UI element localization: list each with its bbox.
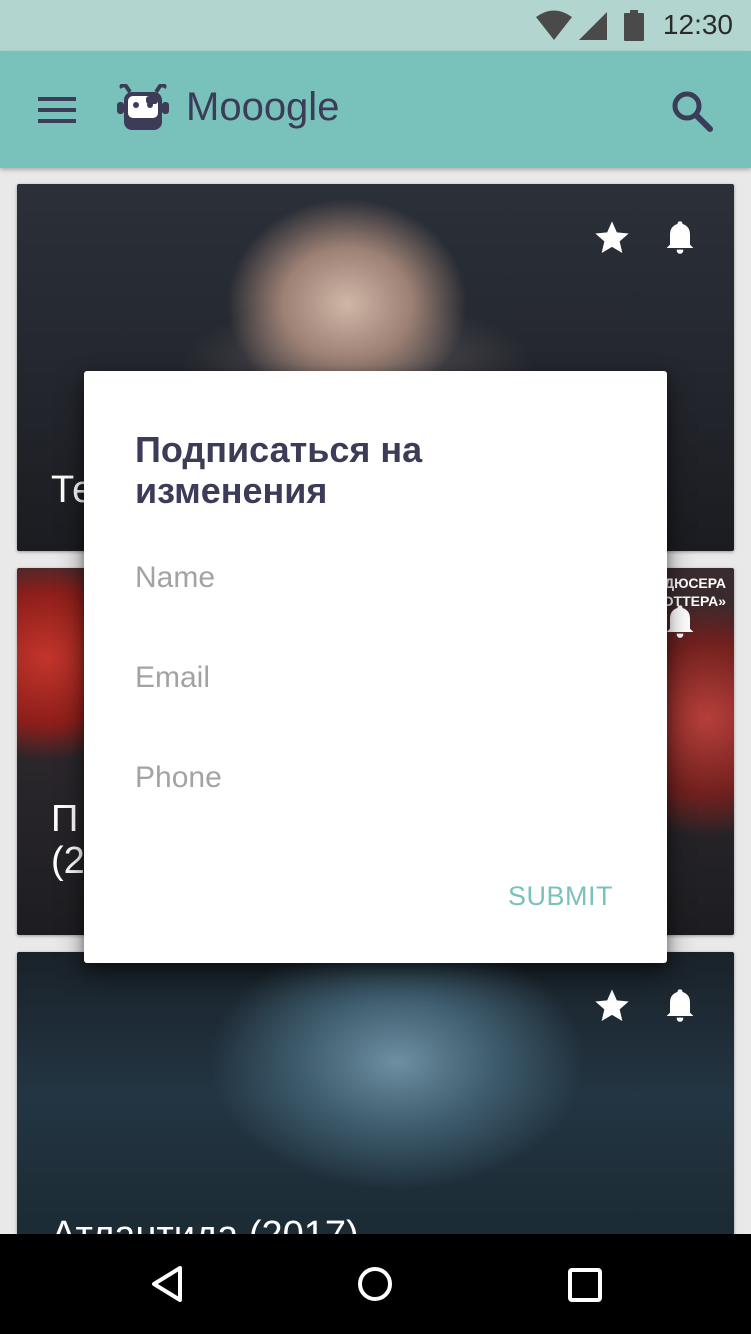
email-field[interactable]	[135, 653, 615, 703]
navigation-bar	[0, 1234, 751, 1334]
home-icon[interactable]	[357, 1266, 393, 1302]
status-bar: 12:30	[0, 0, 751, 51]
cow-logo-icon	[117, 84, 169, 130]
dialog-title: Подписаться на изменения	[135, 429, 423, 511]
back-icon[interactable]	[150, 1264, 184, 1304]
name-field[interactable]	[135, 553, 615, 603]
recents-icon[interactable]	[567, 1267, 603, 1303]
status-time: 12:30	[662, 9, 733, 40]
phone-field[interactable]	[135, 753, 615, 803]
wifi-icon	[536, 10, 572, 40]
menu-icon[interactable]	[36, 95, 80, 125]
submit-button[interactable]: SUBMIT	[508, 875, 613, 918]
app-title: Mooogle	[186, 85, 340, 129]
search-icon[interactable]	[670, 89, 714, 133]
app-bar: Mooogle	[0, 51, 751, 168]
cell-signal-icon	[579, 12, 607, 40]
subscribe-dialog: Подписаться на изменения SUBMIT	[84, 371, 667, 963]
battery-icon	[624, 10, 644, 41]
